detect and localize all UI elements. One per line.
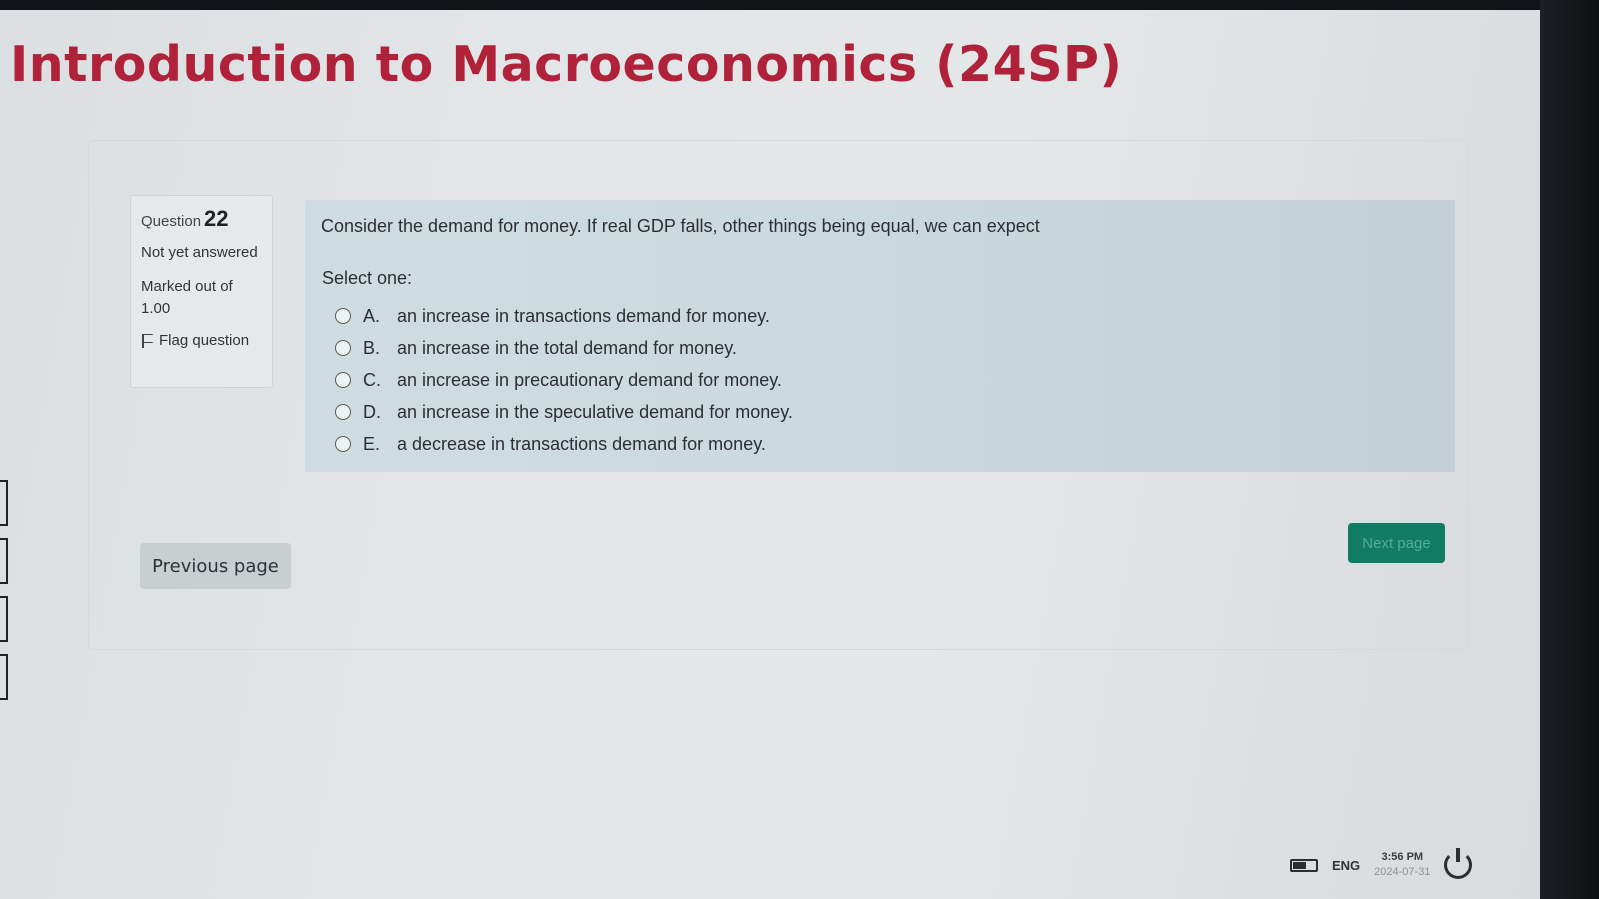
power-icon[interactable] [1444, 848, 1473, 879]
option-letter: D. [363, 401, 381, 422]
option-letter: C. [363, 369, 381, 390]
select-one-prompt: Select one: [322, 268, 413, 288]
previous-page-button[interactable]: Previous page [140, 543, 291, 589]
bracket-shape [0, 480, 8, 526]
next-page-button[interactable]: Next page [1348, 523, 1445, 563]
answer-option-c[interactable]: C. an increase in precautionary demand f… [335, 364, 793, 396]
option-letter: A. [363, 305, 381, 326]
answer-options: A. an increase in transactions demand fo… [335, 300, 793, 460]
monitor-bezel [1540, 0, 1599, 899]
language-indicator[interactable]: ENG [1332, 858, 1360, 873]
system-tray: ENG 3:56 PM 2024-07-31 [1290, 840, 1530, 890]
answer-option-e[interactable]: E. a decrease in transactions demand for… [335, 428, 793, 460]
browser-viewport: Introduction to Macroeconomics (24SP) Qu… [0, 10, 1540, 899]
option-letter: E. [363, 433, 381, 454]
question-box: Consider the demand for money. If real G… [305, 200, 1455, 472]
option-text: an increase in transactions demand for m… [397, 305, 770, 326]
question-info-box: Question 22 Not yet answered Marked out o… [130, 195, 273, 388]
answer-option-d[interactable]: D. an increase in the speculative demand… [335, 396, 793, 428]
flag-question-link[interactable]: Flag question [141, 332, 262, 349]
question-number: 22 [204, 206, 229, 231]
option-text: a decrease in transactions demand for mo… [397, 433, 766, 454]
question-marks: Marked out of 1.00 [141, 278, 233, 317]
radio-button[interactable] [335, 404, 351, 420]
clock-time: 3:56 PM [1381, 851, 1424, 863]
question-label: Question [141, 213, 202, 230]
course-title: Introduction to Macroeconomics (24SP) [10, 36, 1123, 93]
radio-button[interactable] [335, 372, 351, 388]
battery-icon[interactable] [1290, 858, 1318, 872]
flag-question-label: Flag question [159, 332, 250, 349]
option-text: an increase in precautionary demand for … [397, 369, 782, 390]
question-state: Not yet answered [141, 244, 258, 261]
radio-button[interactable] [335, 308, 351, 324]
radio-button[interactable] [335, 340, 351, 356]
question-number-line: Question 22 [141, 206, 262, 232]
option-text: an increase in the total demand for mone… [397, 337, 737, 358]
radio-button[interactable] [335, 436, 351, 452]
bracket-shape [0, 654, 8, 700]
question-text: Consider the demand for money. If real G… [321, 216, 1040, 236]
option-letter: B. [363, 337, 381, 358]
answer-option-a[interactable]: A. an increase in transactions demand fo… [335, 300, 793, 332]
left-edge-decoration [0, 480, 10, 730]
bracket-shape [0, 596, 8, 642]
bracket-shape [0, 538, 8, 584]
flag-icon [141, 333, 153, 348]
clock[interactable]: 3:56 PM 2024-07-31 [1374, 850, 1430, 880]
answer-option-b[interactable]: B. an increase in the total demand for m… [335, 332, 793, 364]
clock-date: 2024-07-31 [1374, 866, 1431, 878]
option-text: an increase in the speculative demand fo… [397, 401, 793, 422]
